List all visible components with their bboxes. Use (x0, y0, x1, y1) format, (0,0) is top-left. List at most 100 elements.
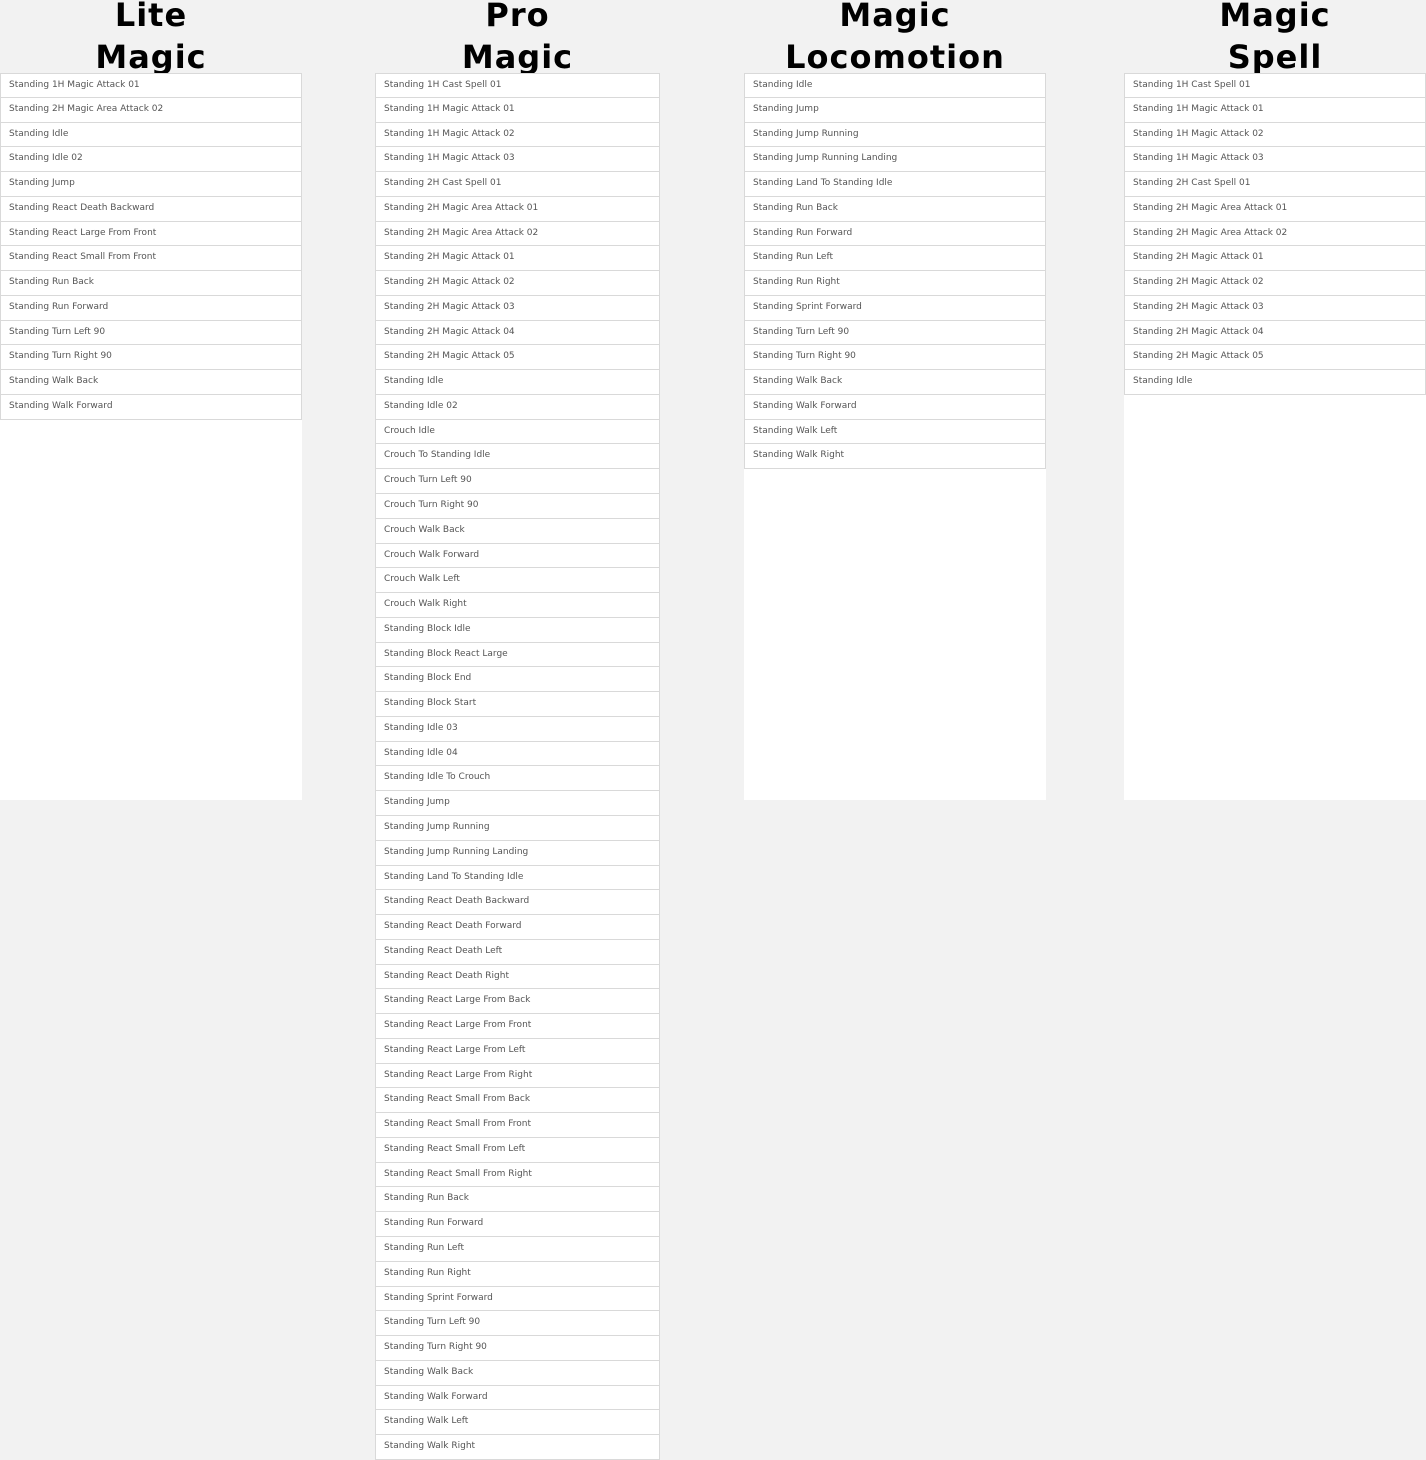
list-item[interactable]: Standing Block Start (375, 692, 660, 717)
list-item[interactable]: Standing React Large From Right (375, 1063, 660, 1089)
list-item[interactable]: Crouch Idle (375, 419, 660, 445)
list-item[interactable]: Standing Block Idle (375, 617, 660, 643)
list-item[interactable]: Standing 2H Cast Spell 01 (375, 172, 660, 197)
list-item[interactable]: Standing 2H Magic Attack 02 (375, 271, 660, 296)
list-item[interactable]: Crouch Walk Left (375, 568, 660, 594)
list-item[interactable]: Standing 2H Magic Attack 01 (1124, 246, 1426, 272)
list-item[interactable]: Standing Idle 02 (0, 147, 302, 173)
column-title: Pro Magic (375, 0, 660, 78)
list-item[interactable]: Standing 2H Magic Attack 02 (1124, 271, 1426, 296)
list-item[interactable]: Standing Walk Back (375, 1360, 660, 1386)
list-item[interactable]: Standing Run Forward (0, 295, 302, 321)
list-item[interactable]: Standing Idle (744, 73, 1046, 98)
list-item[interactable]: Standing React Large From Left (375, 1038, 660, 1064)
list-item[interactable]: Standing Run Left (744, 246, 1046, 272)
list-item[interactable]: Standing Walk Forward (0, 394, 302, 420)
list-item[interactable]: Standing 1H Cast Spell 01 (1124, 73, 1426, 98)
list-item[interactable]: Standing Run Back (375, 1187, 660, 1213)
list-item[interactable]: Standing Run Left (375, 1236, 660, 1262)
list-item[interactable]: Standing React Small From Front (0, 246, 302, 272)
list-item[interactable]: Standing 2H Magic Area Attack 02 (1124, 221, 1426, 247)
list-item[interactable]: Standing 1H Magic Attack 02 (375, 122, 660, 148)
list-item[interactable]: Standing Jump (0, 172, 302, 197)
list-item[interactable]: Standing Jump Running (375, 815, 660, 841)
list-item[interactable]: Standing Idle 03 (375, 716, 660, 742)
list-item[interactable]: Standing 2H Magic Area Attack 01 (1124, 196, 1426, 222)
list-item[interactable]: Crouch Walk Back (375, 518, 660, 544)
list-item[interactable]: Standing 2H Magic Attack 05 (375, 345, 660, 371)
list-item[interactable]: Standing Jump Running Landing (744, 147, 1046, 173)
list-item[interactable]: Standing Sprint Forward (744, 295, 1046, 321)
list-item[interactable]: Standing 2H Magic Area Attack 01 (375, 196, 660, 222)
list-item[interactable]: Standing 2H Magic Area Attack 02 (375, 221, 660, 247)
list-item[interactable]: Standing 1H Cast Spell 01 (375, 73, 660, 98)
list-item[interactable]: Standing React Small From Right (375, 1162, 660, 1188)
list-item[interactable]: Standing 2H Magic Attack 03 (1124, 295, 1426, 321)
list-item[interactable]: Standing Turn Left 90 (0, 320, 302, 346)
list-item[interactable]: Standing 1H Magic Attack 03 (1124, 147, 1426, 173)
list-item[interactable]: Crouch Turn Right 90 (375, 494, 660, 519)
list-item[interactable]: Standing 2H Magic Area Attack 02 (0, 97, 302, 123)
list-item[interactable]: Standing 2H Magic Attack 01 (375, 246, 660, 272)
list-item[interactable]: Crouch Walk Right (375, 593, 660, 618)
list-item[interactable]: Standing 1H Magic Attack 02 (1124, 122, 1426, 148)
list-item[interactable]: Crouch Turn Left 90 (375, 469, 660, 495)
list-item[interactable]: Standing Run Right (375, 1261, 660, 1287)
list-item[interactable]: Standing Turn Left 90 (375, 1311, 660, 1337)
list-item[interactable]: Standing Jump (375, 791, 660, 816)
list-item[interactable]: Standing Turn Right 90 (375, 1336, 660, 1361)
list-item[interactable]: Standing Run Forward (375, 1212, 660, 1237)
list-item[interactable]: Standing Idle (375, 370, 660, 395)
list-item[interactable]: Standing Walk Back (744, 370, 1046, 395)
list-item[interactable]: Standing 2H Magic Attack 03 (375, 295, 660, 321)
list-item[interactable]: Standing Land To Standing Idle (744, 172, 1046, 197)
list-item[interactable]: Standing Idle 04 (375, 741, 660, 767)
list-item[interactable]: Standing 2H Magic Attack 05 (1124, 345, 1426, 371)
list-item[interactable]: Standing Walk Right (375, 1435, 660, 1460)
list-item[interactable]: Standing Walk Right (744, 444, 1046, 470)
list-item[interactable]: Standing React Small From Left (375, 1137, 660, 1163)
list-item[interactable]: Standing Idle To Crouch (375, 766, 660, 792)
list-item[interactable]: Standing Walk Forward (375, 1385, 660, 1411)
list-item[interactable]: Standing Idle (1124, 370, 1426, 395)
list-item[interactable]: Standing Run Right (744, 271, 1046, 296)
list-item[interactable]: Standing React Death Left (375, 939, 660, 965)
list-item[interactable]: Standing React Large From Front (0, 221, 302, 247)
list-item[interactable]: Crouch Walk Forward (375, 543, 660, 569)
list-item[interactable]: Crouch To Standing Idle (375, 444, 660, 470)
list-item[interactable]: Standing 1H Magic Attack 01 (0, 73, 302, 98)
list-item[interactable]: Standing Jump Running Landing (375, 840, 660, 866)
list-item[interactable]: Standing React Small From Back (375, 1088, 660, 1114)
list-item[interactable]: Standing React Death Backward (375, 890, 660, 916)
list-item[interactable]: Standing 1H Magic Attack 03 (375, 147, 660, 173)
list-item[interactable]: Standing React Death Right (375, 964, 660, 990)
list-item[interactable]: Standing Walk Left (744, 419, 1046, 445)
list-item[interactable]: Standing Walk Left (375, 1410, 660, 1436)
list-item[interactable]: Standing Walk Back (0, 370, 302, 395)
list-item[interactable]: Standing 1H Magic Attack 01 (1124, 97, 1426, 123)
list-item[interactable]: Standing React Death Forward (375, 915, 660, 940)
list-item[interactable]: Standing Idle (0, 122, 302, 148)
list-item[interactable]: Standing Idle 02 (375, 394, 660, 420)
list-item[interactable]: Standing Block End (375, 667, 660, 693)
list-item[interactable]: Standing Run Back (744, 196, 1046, 222)
list-item[interactable]: Standing Jump (744, 97, 1046, 123)
list-item[interactable]: Standing Jump Running (744, 122, 1046, 148)
list-item[interactable]: Standing 2H Magic Attack 04 (375, 320, 660, 346)
list-item[interactable]: Standing Land To Standing Idle (375, 865, 660, 891)
list-item[interactable]: Standing React Death Backward (0, 196, 302, 222)
list-item[interactable]: Standing Walk Forward (744, 394, 1046, 420)
list-item[interactable]: Standing 2H Magic Attack 04 (1124, 320, 1426, 346)
list-item[interactable]: Standing React Large From Front (375, 1014, 660, 1039)
list-item[interactable]: Standing React Large From Back (375, 989, 660, 1015)
list-item[interactable]: Standing Run Back (0, 271, 302, 296)
list-item[interactable]: Standing Run Forward (744, 221, 1046, 247)
list-item[interactable]: Standing Sprint Forward (375, 1286, 660, 1312)
list-item[interactable]: Standing Turn Right 90 (744, 345, 1046, 371)
list-item[interactable]: Standing Block React Large (375, 642, 660, 668)
list-item[interactable]: Standing React Small From Front (375, 1113, 660, 1138)
list-item[interactable]: Standing 1H Magic Attack 01 (375, 97, 660, 123)
list-item[interactable]: Standing 2H Cast Spell 01 (1124, 172, 1426, 197)
list-item[interactable]: Standing Turn Right 90 (0, 345, 302, 371)
list-item[interactable]: Standing Turn Left 90 (744, 320, 1046, 346)
